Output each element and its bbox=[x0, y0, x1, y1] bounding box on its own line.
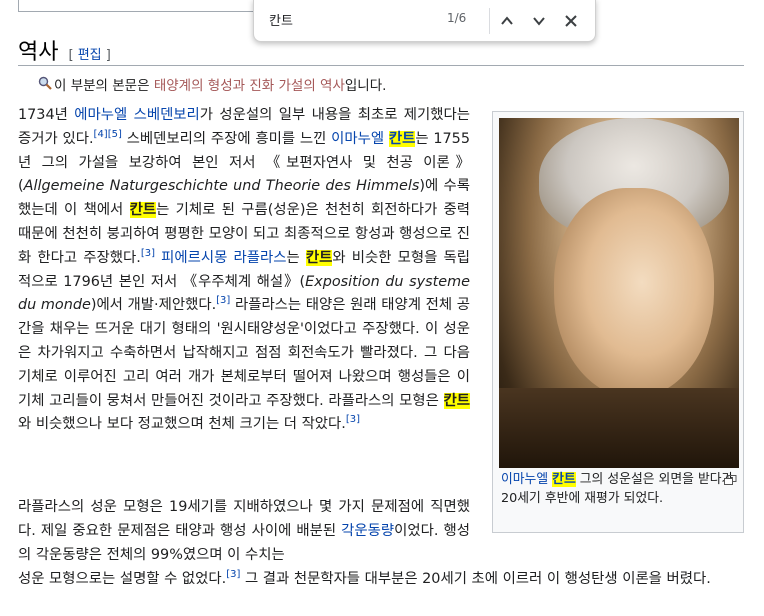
find-highlight: 칸트 bbox=[129, 202, 157, 219]
link-angular-momentum[interactable]: 각운동량 bbox=[341, 523, 394, 539]
find-highlight: 칸트 bbox=[388, 130, 416, 147]
section-title: 역사 bbox=[18, 40, 59, 65]
thumbnail-caption: 이마누엘 칸트 그의 성운설은 외면을 받다가 20세기 후반에 재평가 되었다… bbox=[501, 470, 737, 508]
ref-3[interactable]: [3] bbox=[346, 415, 360, 426]
close-icon bbox=[565, 15, 577, 27]
chevron-up-icon bbox=[501, 16, 513, 25]
paragraph-2: 라플라스의 성운 모형은 19세기를 지배하였으나 몇 가지 문제점에 직면했다… bbox=[18, 499, 470, 563]
close-find-button[interactable] bbox=[559, 9, 583, 33]
paragraph-3: 성운 모형으로는 설명할 수 없었다.[3] 그 결과 천문학자들 대부분은 2… bbox=[18, 569, 711, 587]
link-laplace[interactable]: 피에르시몽 라플라스 bbox=[161, 250, 286, 266]
previous-section-box bbox=[18, 0, 280, 12]
find-input[interactable]: 칸트 bbox=[269, 10, 293, 29]
find-highlight: 칸트 bbox=[305, 249, 333, 266]
previous-match-button[interactable] bbox=[495, 9, 519, 33]
link-kant[interactable]: 이마누엘 칸트 bbox=[331, 130, 416, 147]
ref-3[interactable]: [3] bbox=[226, 569, 240, 580]
divider bbox=[489, 8, 490, 34]
magnifier-icon bbox=[38, 76, 54, 96]
ref-3[interactable]: [3] bbox=[141, 248, 155, 259]
enlarge-icon[interactable] bbox=[724, 472, 737, 485]
edit-section: [ 편집 ] bbox=[68, 48, 111, 63]
paragraph-1: 1734년 에마누엘 스베덴보리가 성운설의 일부 내용을 최초로 제기했다는 … bbox=[18, 107, 471, 433]
thumbnail: 이마누엘 칸트 그의 성운설은 외면을 받다가 20세기 후반에 재평가 되었다… bbox=[492, 111, 744, 533]
find-highlight: 칸트 bbox=[552, 472, 576, 487]
kant-portrait[interactable] bbox=[499, 118, 739, 468]
match-count: 1/6 bbox=[447, 11, 467, 25]
find-bar: 칸트 1/6 bbox=[253, 0, 596, 42]
link-swedenborg[interactable]: 에마누엘 스베덴보리 bbox=[74, 107, 200, 123]
ref-3[interactable]: [3] bbox=[216, 296, 230, 307]
hatnote-link[interactable]: 태양계의 형성과 진화 가설의 역사 bbox=[154, 78, 345, 94]
chevron-down-icon bbox=[533, 17, 545, 26]
next-match-button[interactable] bbox=[527, 9, 551, 33]
edit-link[interactable]: 편집 bbox=[78, 48, 102, 63]
hatnote: 이 부분의 본문은 태양계의 형성과 진화 가설의 역사입니다. bbox=[38, 76, 386, 96]
find-highlight: 칸트 bbox=[443, 392, 470, 409]
caption-link-kant[interactable]: 이마누엘 칸트 bbox=[501, 472, 576, 487]
ref-4-5[interactable]: [4][5] bbox=[94, 129, 122, 140]
